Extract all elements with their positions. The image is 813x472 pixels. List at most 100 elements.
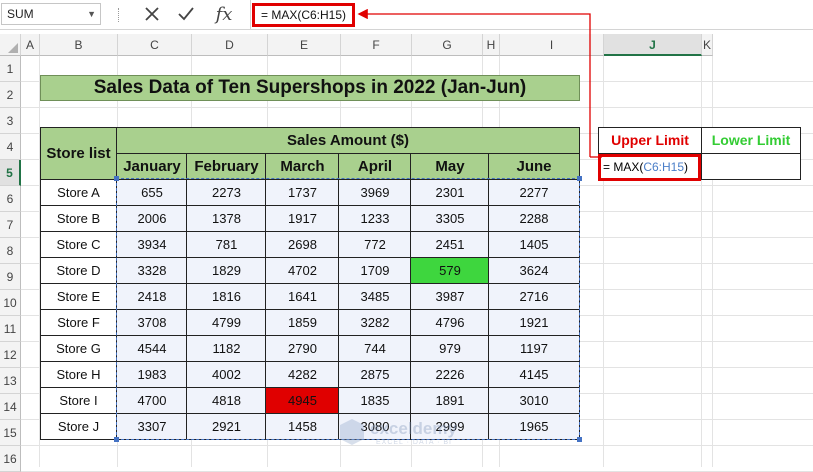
column-header-h[interactable]: H [483, 34, 500, 56]
formula-text[interactable]: = MAX(C6:H15) [252, 3, 356, 27]
sales-value-cell[interactable]: 1405 [488, 231, 580, 258]
store-name-cell[interactable]: Store C [40, 231, 117, 258]
sales-value-cell[interactable]: 1197 [488, 335, 580, 362]
lower-limit-header[interactable]: Lower Limit [701, 127, 801, 154]
name-box[interactable]: SUM ▼ [1, 3, 101, 25]
sales-value-cell[interactable]: 579 [410, 257, 490, 284]
month-header[interactable]: February [186, 153, 267, 180]
sales-value-cell[interactable]: 1917 [265, 205, 340, 232]
sales-value-cell[interactable]: 4700 [116, 387, 188, 414]
sales-value-cell[interactable]: 4945 [265, 387, 340, 414]
sales-value-cell[interactable]: 1641 [265, 283, 340, 310]
row-header-5[interactable]: 5 [0, 160, 21, 186]
sales-value-cell[interactable]: 772 [338, 231, 412, 258]
month-header[interactable]: April [338, 153, 412, 180]
sales-value-cell[interactable]: 4799 [186, 309, 267, 336]
sales-value-cell[interactable]: 744 [338, 335, 412, 362]
sales-value-cell[interactable]: 2790 [265, 335, 340, 362]
row-header-7[interactable]: 7 [0, 212, 21, 238]
sheet-title[interactable]: Sales Data of Ten Supershops in 2022 (Ja… [40, 75, 580, 101]
sales-value-cell[interactable]: 1233 [338, 205, 412, 232]
month-header[interactable]: January [116, 153, 188, 180]
sales-value-cell[interactable]: 4702 [265, 257, 340, 284]
row-header-6[interactable]: 6 [0, 186, 21, 212]
column-header-b[interactable]: B [40, 34, 118, 56]
sales-value-cell[interactable]: 2301 [410, 179, 490, 206]
sales-value-cell[interactable]: 3328 [116, 257, 188, 284]
column-header-c[interactable]: C [118, 34, 192, 56]
column-header-d[interactable]: D [192, 34, 268, 56]
sales-value-cell[interactable]: 2875 [338, 361, 412, 388]
sales-value-cell[interactable]: 2921 [186, 413, 267, 440]
column-header-a[interactable]: A [21, 34, 40, 56]
insert-function-icon[interactable]: fx [210, 3, 238, 25]
row-header-11[interactable]: 11 [0, 316, 21, 342]
lower-limit-cell[interactable] [701, 153, 801, 180]
store-name-cell[interactable]: Store F [40, 309, 117, 336]
sales-value-cell[interactable]: 2451 [410, 231, 490, 258]
column-header-k[interactable]: K [702, 34, 713, 56]
sales-value-cell[interactable]: 1835 [338, 387, 412, 414]
sales-value-cell[interactable]: 1709 [338, 257, 412, 284]
sales-value-cell[interactable]: 3010 [488, 387, 580, 414]
chevron-down-icon[interactable]: ▼ [87, 4, 96, 24]
sales-value-cell[interactable]: 781 [186, 231, 267, 258]
store-name-cell[interactable]: Store H [40, 361, 117, 388]
sales-value-cell[interactable]: 3624 [488, 257, 580, 284]
sales-value-cell[interactable]: 1859 [265, 309, 340, 336]
sales-value-cell[interactable]: 3282 [338, 309, 412, 336]
sales-value-cell[interactable]: 3934 [116, 231, 188, 258]
sales-value-cell[interactable]: 1737 [265, 179, 340, 206]
row-header-10[interactable]: 10 [0, 290, 21, 316]
row-header-8[interactable]: 8 [0, 238, 21, 264]
row-header-16[interactable]: 16 [0, 446, 21, 472]
sales-value-cell[interactable]: 1378 [186, 205, 267, 232]
sales-value-cell[interactable]: 3307 [116, 413, 188, 440]
sales-value-cell[interactable]: 4818 [186, 387, 267, 414]
store-name-cell[interactable]: Store E [40, 283, 117, 310]
row-header-9[interactable]: 9 [0, 264, 21, 290]
sales-value-cell[interactable]: 3969 [338, 179, 412, 206]
column-header-j[interactable]: J [604, 34, 702, 56]
row-header-13[interactable]: 13 [0, 368, 21, 394]
sales-value-cell[interactable]: 2006 [116, 205, 188, 232]
sales-value-cell[interactable]: 2288 [488, 205, 580, 232]
sales-value-cell[interactable]: 4282 [265, 361, 340, 388]
row-header-2[interactable]: 2 [0, 82, 21, 108]
upper-limit-header[interactable]: Upper Limit [598, 127, 702, 154]
row-header-3[interactable]: 3 [0, 108, 21, 134]
row-header-12[interactable]: 12 [0, 342, 21, 368]
month-header[interactable]: March [265, 153, 340, 180]
store-name-cell[interactable]: Store G [40, 335, 117, 362]
store-name-cell[interactable]: Store J [40, 413, 117, 440]
row-header-15[interactable]: 15 [0, 420, 21, 446]
upper-limit-edit-cell[interactable]: = MAX(C6:H15) [598, 154, 701, 181]
row-header-14[interactable]: 14 [0, 394, 21, 420]
sales-value-cell[interactable]: 4796 [410, 309, 490, 336]
sales-value-cell[interactable]: 979 [410, 335, 490, 362]
sales-value-cell[interactable]: 2277 [488, 179, 580, 206]
sales-value-cell[interactable]: 3987 [410, 283, 490, 310]
row-header-4[interactable]: 4 [0, 134, 21, 160]
sales-value-cell[interactable]: 655 [116, 179, 188, 206]
sales-value-cell[interactable]: 1891 [410, 387, 490, 414]
column-header-f[interactable]: F [341, 34, 412, 56]
sales-value-cell[interactable]: 2273 [186, 179, 267, 206]
sales-value-cell[interactable]: 1829 [186, 257, 267, 284]
sales-value-cell[interactable]: 4544 [116, 335, 188, 362]
month-header[interactable]: May [410, 153, 490, 180]
sales-value-cell[interactable]: 2698 [265, 231, 340, 258]
store-name-cell[interactable]: Store I [40, 387, 117, 414]
sales-amount-header[interactable]: Sales Amount ($) [116, 127, 580, 154]
sales-value-cell[interactable]: 2418 [116, 283, 188, 310]
sales-value-cell[interactable]: 3485 [338, 283, 412, 310]
store-list-header[interactable]: Store list [40, 127, 117, 180]
sales-value-cell[interactable]: 1182 [186, 335, 267, 362]
sales-value-cell[interactable]: 4002 [186, 361, 267, 388]
enter-check-icon[interactable] [174, 3, 198, 25]
column-header-e[interactable]: E [268, 34, 341, 56]
store-name-cell[interactable]: Store D [40, 257, 117, 284]
sales-value-cell[interactable]: 3708 [116, 309, 188, 336]
sales-value-cell[interactable]: 2716 [488, 283, 580, 310]
sales-value-cell[interactable]: 4145 [488, 361, 580, 388]
